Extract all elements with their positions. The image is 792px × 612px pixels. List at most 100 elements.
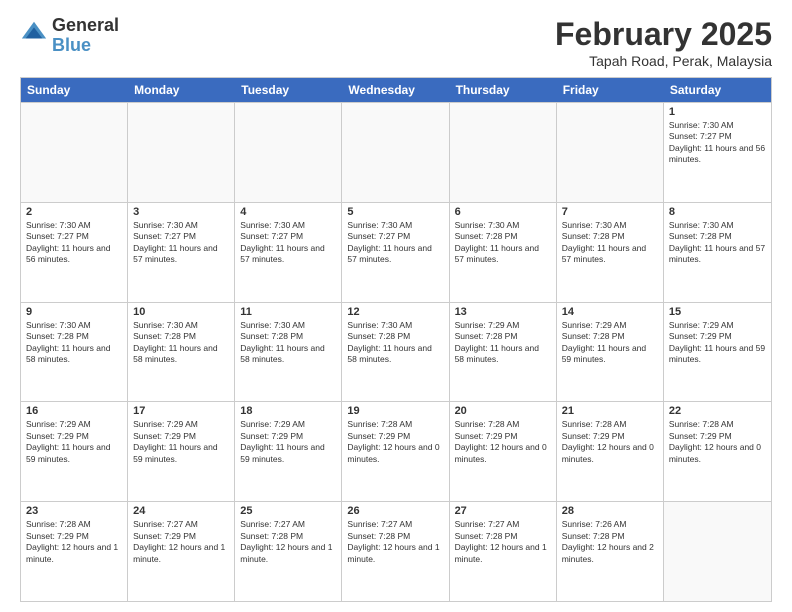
calendar-cell: 12 Sunrise: 7:30 AM Sunset: 7:28 PM Dayli… [342,303,449,402]
calendar-cell: 21 Sunrise: 7:28 AM Sunset: 7:29 PM Dayli… [557,402,664,501]
calendar-cell: 2 Sunrise: 7:30 AM Sunset: 7:27 PM Daylig… [21,203,128,302]
day-info: Sunrise: 7:29 AM Sunset: 7:29 PM Dayligh… [26,419,122,465]
calendar-cell: 7Sunrise: 7:30 AM Sunset: 7:28 PM Daylig… [557,203,664,302]
logo-general-text: General [52,16,119,36]
calendar-cell [557,103,664,202]
calendar-cell: 8 Sunrise: 7:30 AM Sunset: 7:28 PM Daylig… [664,203,771,302]
day-number: 21 [562,405,658,417]
calendar-cell [21,103,128,202]
day-number: 12 [347,306,443,318]
day-number: 16 [26,405,122,417]
calendar-cell: 16 Sunrise: 7:29 AM Sunset: 7:29 PM Dayli… [21,402,128,501]
day-number: 17 [133,405,229,417]
day-number: 9 [26,306,122,318]
day-number: 23 [26,505,122,517]
calendar-cell: 18 Sunrise: 7:29 AM Sunset: 7:29 PM Dayli… [235,402,342,501]
logo: General Blue [20,16,119,56]
day-info: Sunrise: 7:27 AM Sunset: 7:28 PM Dayligh… [347,519,443,565]
day-info: Sunrise: 7:28 AM Sunset: 7:29 PM Dayligh… [455,419,551,465]
day-number: 20 [455,405,551,417]
day-number: 5 [347,206,443,218]
day-info: Sunrise: 7:30 AM Sunset: 7:28 PM Dayligh… [133,320,229,366]
calendar: SundayMondayTuesdayWednesdayThursdayFrid… [20,77,772,602]
header: General Blue February 2025 Tapah Road, P… [20,16,772,69]
calendar-cell [128,103,235,202]
day-number: 15 [669,306,766,318]
day-info: Sunrise: 7:27 AM Sunset: 7:28 PM Dayligh… [455,519,551,565]
day-info: Sunrise: 7:30 AM Sunset: 7:27 PM Dayligh… [669,120,766,166]
calendar-cell: 25 Sunrise: 7:27 AM Sunset: 7:28 PM Dayli… [235,502,342,601]
calendar-cell: 3Sunrise: 7:30 AM Sunset: 7:27 PM Daylig… [128,203,235,302]
calendar-cell: 19Sunrise: 7:28 AM Sunset: 7:29 PM Dayli… [342,402,449,501]
calendar-cell: 22 Sunrise: 7:28 AM Sunset: 7:29 PM Dayli… [664,402,771,501]
day-info: Sunrise: 7:29 AM Sunset: 7:28 PM Dayligh… [562,320,658,366]
calendar-cell: 23 Sunrise: 7:28 AM Sunset: 7:29 PM Dayli… [21,502,128,601]
day-info: Sunrise: 7:30 AM Sunset: 7:28 PM Dayligh… [347,320,443,366]
calendar-row: 23 Sunrise: 7:28 AM Sunset: 7:29 PM Dayli… [21,501,771,601]
calendar-cell: 14Sunrise: 7:29 AM Sunset: 7:28 PM Dayli… [557,303,664,402]
calendar-cell: 10 Sunrise: 7:30 AM Sunset: 7:28 PM Dayli… [128,303,235,402]
calendar-header-cell: Tuesday [235,78,342,102]
day-number: 2 [26,206,122,218]
day-number: 13 [455,306,551,318]
day-info: Sunrise: 7:29 AM Sunset: 7:28 PM Dayligh… [455,320,551,366]
calendar-header-cell: Saturday [664,78,771,102]
calendar-cell: 26 Sunrise: 7:27 AM Sunset: 7:28 PM Dayli… [342,502,449,601]
calendar-cell: 24 Sunrise: 7:27 AM Sunset: 7:29 PM Dayli… [128,502,235,601]
calendar-cell: 6 Sunrise: 7:30 AM Sunset: 7:28 PM Daylig… [450,203,557,302]
day-number: 11 [240,306,336,318]
day-info: Sunrise: 7:29 AM Sunset: 7:29 PM Dayligh… [240,419,336,465]
calendar-cell: 27 Sunrise: 7:27 AM Sunset: 7:28 PM Dayli… [450,502,557,601]
day-info: Sunrise: 7:30 AM Sunset: 7:27 PM Dayligh… [26,220,122,266]
day-info: Sunrise: 7:29 AM Sunset: 7:29 PM Dayligh… [133,419,229,465]
calendar-cell: 15 Sunrise: 7:29 AM Sunset: 7:29 PM Dayli… [664,303,771,402]
day-info: Sunrise: 7:28 AM Sunset: 7:29 PM Dayligh… [669,419,766,465]
day-info: Sunrise: 7:30 AM Sunset: 7:28 PM Dayligh… [240,320,336,366]
day-number: 27 [455,505,551,517]
day-number: 24 [133,505,229,517]
calendar-header-cell: Monday [128,78,235,102]
calendar-header-cell: Wednesday [342,78,449,102]
calendar-cell: 28 Sunrise: 7:26 AM Sunset: 7:28 PM Dayli… [557,502,664,601]
day-number: 6 [455,206,551,218]
calendar-header-cell: Friday [557,78,664,102]
day-number: 7 [562,206,658,218]
calendar-cell [342,103,449,202]
logo-blue-text: Blue [52,36,119,56]
day-info: Sunrise: 7:30 AM Sunset: 7:27 PM Dayligh… [240,220,336,266]
calendar-cell: 20 Sunrise: 7:28 AM Sunset: 7:29 PM Dayli… [450,402,557,501]
calendar-cell [664,502,771,601]
calendar-header-cell: Sunday [21,78,128,102]
day-number: 26 [347,505,443,517]
day-info: Sunrise: 7:30 AM Sunset: 7:28 PM Dayligh… [669,220,766,266]
day-info: Sunrise: 7:27 AM Sunset: 7:28 PM Dayligh… [240,519,336,565]
day-number: 25 [240,505,336,517]
day-info: Sunrise: 7:30 AM Sunset: 7:28 PM Dayligh… [455,220,551,266]
calendar-cell: 1Sunrise: 7:30 AM Sunset: 7:27 PM Daylig… [664,103,771,202]
day-number: 8 [669,206,766,218]
day-number: 19 [347,405,443,417]
day-number: 10 [133,306,229,318]
day-info: Sunrise: 7:30 AM Sunset: 7:27 PM Dayligh… [133,220,229,266]
calendar-cell: 11 Sunrise: 7:30 AM Sunset: 7:28 PM Dayli… [235,303,342,402]
day-number: 4 [240,206,336,218]
title-block: February 2025 Tapah Road, Perak, Malaysi… [555,16,772,69]
calendar-cell: 4 Sunrise: 7:30 AM Sunset: 7:27 PM Daylig… [235,203,342,302]
day-number: 22 [669,405,766,417]
day-info: Sunrise: 7:27 AM Sunset: 7:29 PM Dayligh… [133,519,229,565]
calendar-cell [450,103,557,202]
location: Tapah Road, Perak, Malaysia [555,53,772,69]
day-info: Sunrise: 7:28 AM Sunset: 7:29 PM Dayligh… [562,419,658,465]
day-info: Sunrise: 7:30 AM Sunset: 7:28 PM Dayligh… [26,320,122,366]
calendar-cell: 9 Sunrise: 7:30 AM Sunset: 7:28 PM Daylig… [21,303,128,402]
calendar-body: 1Sunrise: 7:30 AM Sunset: 7:27 PM Daylig… [21,102,771,601]
day-number: 18 [240,405,336,417]
day-info: Sunrise: 7:28 AM Sunset: 7:29 PM Dayligh… [26,519,122,565]
day-info: Sunrise: 7:30 AM Sunset: 7:27 PM Dayligh… [347,220,443,266]
calendar-cell: 5 Sunrise: 7:30 AM Sunset: 7:27 PM Daylig… [342,203,449,302]
day-info: Sunrise: 7:26 AM Sunset: 7:28 PM Dayligh… [562,519,658,565]
calendar-row: 2 Sunrise: 7:30 AM Sunset: 7:27 PM Daylig… [21,202,771,302]
day-info: Sunrise: 7:29 AM Sunset: 7:29 PM Dayligh… [669,320,766,366]
day-number: 28 [562,505,658,517]
calendar-row: 9 Sunrise: 7:30 AM Sunset: 7:28 PM Daylig… [21,302,771,402]
